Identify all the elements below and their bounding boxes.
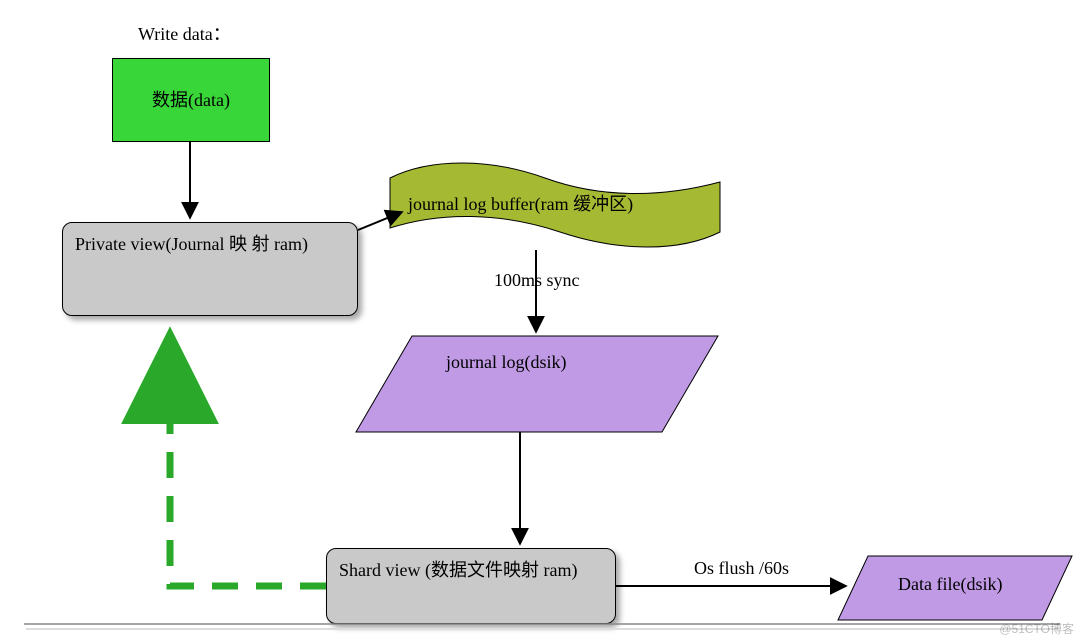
node-journal-disk-label: journal log(dsik) xyxy=(446,352,566,373)
arrow-shard-to-private-dashed xyxy=(170,336,326,586)
watermark: @51CTO博客 xyxy=(999,620,1074,637)
arrow-private-to-buffer xyxy=(358,212,402,230)
edge-flush-label: Os flush /60s xyxy=(694,558,789,579)
diagram-title: Write data： xyxy=(138,20,231,46)
edge-sync-label: 100ms sync xyxy=(494,270,580,291)
node-data: 数据(data) xyxy=(112,58,270,142)
node-private-view: Private view(Journal 映 射 ram) xyxy=(62,222,358,316)
node-journal-buffer-label: journal log buffer(ram 缓冲区) xyxy=(408,190,633,216)
node-data-file-label: Data file(dsik) xyxy=(898,574,1002,595)
node-shard-view: Shard view (数据文件映射 ram) xyxy=(326,548,616,624)
